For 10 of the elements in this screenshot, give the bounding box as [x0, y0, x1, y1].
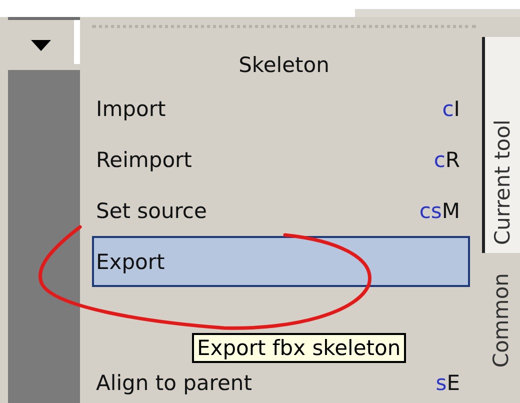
caret-icon: [31, 40, 51, 51]
menu-item[interactable]: Import cI: [92, 83, 476, 134]
tooltip: Export fbx skeleton: [192, 333, 406, 363]
vertical-tab[interactable]: Common: [482, 265, 520, 376]
menu-item[interactable]: Set source csM: [92, 185, 476, 236]
menu-item[interactable]: Export: [92, 236, 470, 287]
menu-item[interactable]: Reimport cR: [92, 134, 476, 185]
vertical-tab[interactable]: Current tool: [482, 37, 520, 253]
menu-item[interactable]: Align to parent sE: [92, 366, 476, 399]
section-title: Skeleton: [238, 53, 330, 77]
